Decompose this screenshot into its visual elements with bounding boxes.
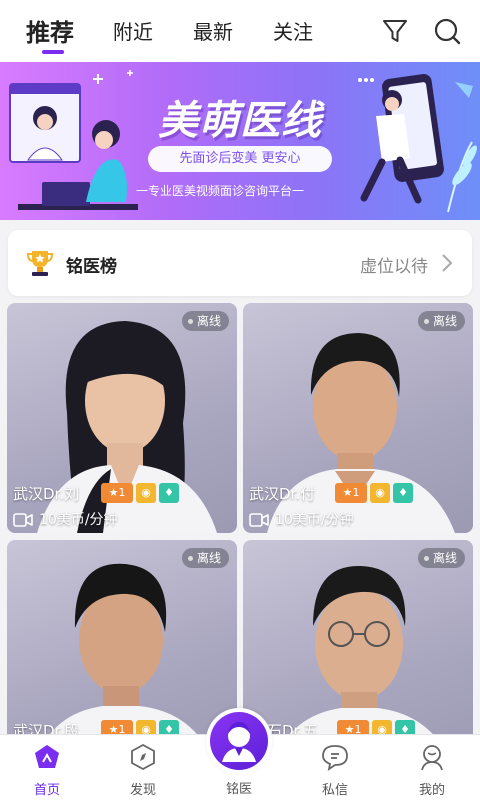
video-icon [13,513,33,527]
status-badge: 离线 [417,311,465,331]
level-badge: ★1 [335,483,367,503]
nav-home[interactable]: 首页 [7,735,87,800]
banner-subtitle: 一专业医美视频面诊咨询平台一 [135,184,304,198]
certified-badge-icon: ◉ [136,483,156,503]
status-badge: 离线 [181,548,229,568]
status-badge: 离线 [417,548,465,568]
nav-discover[interactable]: 发现 [103,735,183,800]
center-button-bg [210,712,268,770]
chevron-right-icon [442,254,453,272]
tab-nearby[interactable]: 附近 [113,16,153,45]
honor-list-title: 铭医榜 [66,257,117,277]
doctor-badges: ★1 ◉ ♦ [101,483,179,503]
doctor-card[interactable]: 离线 武汉Dr.刘 ★1 ◉ ♦ 10美币/分钟 [7,303,237,533]
nav-doctor-center-button[interactable] [206,708,272,774]
nav-discover-label: 发现 [129,783,156,798]
active-tab-indicator [42,50,64,54]
level-badge: ★1 [101,483,133,503]
status-badge: 离线 [181,311,229,331]
honor-list-row[interactable]: 铭医榜 虚位以待 [8,230,472,296]
profile-icon [421,745,443,771]
tab-following[interactable]: 关注 [273,16,313,45]
nav-doctor-label: 铭医 [225,782,252,797]
nav-profile-label: 我的 [418,783,445,798]
nav-profile[interactable]: 我的 [392,735,472,800]
voice-badge-icon: ♦ [393,483,413,503]
home-icon [35,745,59,768]
promo-banner[interactable]: 美萌医线 先面诊后变美 更安心 一专业医美视频面诊咨询平台一 [0,62,480,220]
doctor-name: 武汉Dr.付 [249,485,316,503]
nav-messages[interactable]: 私信 [295,735,375,800]
nav-messages-label: 私信 [321,783,348,798]
nav-home-label: 首页 [33,783,60,798]
tab-recommend[interactable]: 推荐 [26,13,74,48]
consult-price: 10美币/分钟 [13,509,118,529]
trophy-icon [26,251,54,276]
consult-price: 10美币/分钟 [249,509,354,529]
banner-slogan: 先面诊后变美 更安心 [148,146,332,172]
tab-latest[interactable]: 最新 [193,16,233,45]
doctor-avatar-icon [222,722,256,762]
banner-title: 美萌医线 [158,98,322,144]
filter-icon[interactable] [380,16,410,46]
message-icon [322,745,348,771]
top-tab-bar: 推荐 附近 最新 关注 [0,0,480,62]
doctor-card[interactable]: 离线 武汉Dr.付 ★1 ◉ ♦ 10美币/分钟 [243,303,473,533]
doctor-name: 武汉Dr.刘 [13,485,80,503]
doctor-badges: ★1 ◉ ♦ [335,483,413,503]
voice-badge-icon: ♦ [159,483,179,503]
certified-badge-icon: ◉ [370,483,390,503]
app-screen: 推荐 附近 最新 关注 美萌医线 先面诊后变美 更安心 一专业医美视频面诊咨询平… [0,0,480,800]
compass-icon [131,743,155,771]
video-icon [249,513,269,527]
search-icon[interactable] [432,16,462,46]
honor-list-status: 虚位以待 [360,257,428,277]
